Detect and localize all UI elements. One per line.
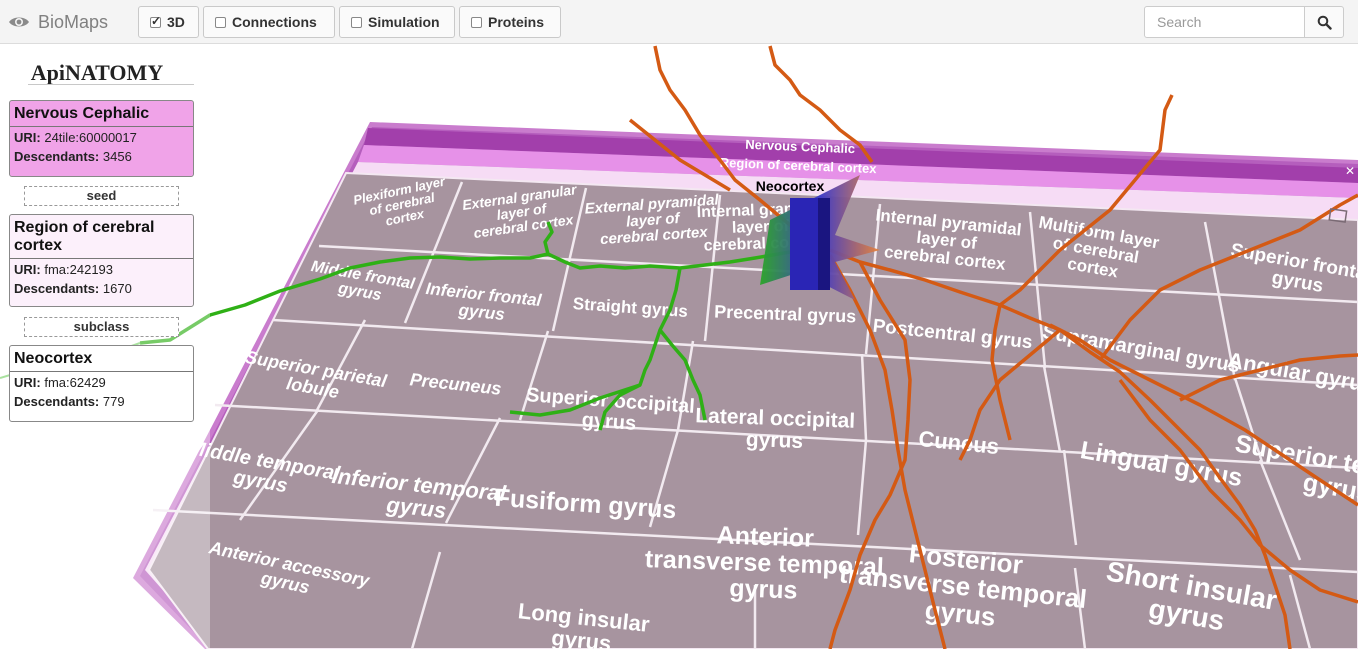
- search-button[interactable]: [1304, 6, 1344, 38]
- tile-label-line: gyrus: [729, 574, 798, 604]
- card-title: Nervous Cephalic: [10, 101, 193, 127]
- card-title: Region of cerebral cortex: [10, 215, 193, 259]
- checkbox-3d[interactable]: [150, 14, 161, 28]
- card-uri: fma:242193: [44, 262, 114, 277]
- descendants-label: Descendants:: [14, 281, 100, 296]
- card-descendants-row: Descendants: 3456: [10, 146, 193, 165]
- card-descendants: 1670: [102, 281, 132, 296]
- card-region-of-cerebral-cortex[interactable]: Region of cerebral cortex URI: fma:24219…: [9, 214, 194, 307]
- card-nervous-cephalic[interactable]: Nervous Cephalic URI: 24tile:60000017 De…: [9, 100, 194, 177]
- descendants-label: Descendants:: [14, 149, 100, 164]
- scene-3d-viewport[interactable]: Nervous Cephalic Region of cerebral cort…: [0, 44, 1358, 649]
- app-brand[interactable]: BioMaps: [8, 11, 108, 33]
- card-descendants: 3456: [102, 149, 132, 164]
- eye-icon: [9, 17, 29, 27]
- tile-label-line: gyrus: [581, 409, 637, 435]
- card-uri-row: URI: fma:242193: [10, 259, 193, 278]
- uri-label: URI:: [14, 375, 41, 390]
- toggle-connections-label: Connections: [232, 14, 317, 30]
- panel-title-underline: [28, 84, 194, 85]
- toggle-simulation-label: Simulation: [368, 14, 440, 30]
- checkbox-connections[interactable]: [215, 16, 226, 28]
- card-uri: 24tile:60000017: [44, 130, 137, 145]
- toggle-proteins-button[interactable]: Proteins: [459, 6, 561, 38]
- top-toolbar: BioMaps 3D Connections Simulation Protei…: [0, 0, 1358, 44]
- card-uri-row: URI: fma:62429: [10, 372, 193, 391]
- card-uri-row: URI: 24tile:60000017: [10, 127, 193, 146]
- card-descendants: 779: [102, 394, 125, 409]
- card-title: Neocortex: [10, 346, 193, 372]
- app-title: BioMaps: [38, 11, 109, 32]
- neocortex-label: Neocortex: [756, 178, 825, 194]
- checkbox-proteins[interactable]: [471, 16, 482, 28]
- toggle-simulation-button[interactable]: Simulation: [339, 6, 455, 38]
- card-descendants-row: Descendants: 779: [10, 391, 193, 410]
- card-neocortex[interactable]: Neocortex URI: fma:62429 Descendants: 77…: [9, 345, 194, 422]
- uri-label: URI:: [14, 130, 41, 145]
- search-input[interactable]: [1144, 6, 1305, 38]
- uri-label: URI:: [14, 262, 41, 277]
- relation-seed-button[interactable]: seed: [24, 186, 179, 206]
- toggle-connections-button[interactable]: Connections: [203, 6, 335, 38]
- descendants-label: Descendants:: [14, 394, 100, 409]
- card-uri: fma:62429: [44, 375, 106, 390]
- panel-title: ApiNATOMY: [30, 60, 164, 85]
- toggle-3d-button[interactable]: 3D: [138, 6, 199, 38]
- tile-label-line: gyrus: [745, 428, 803, 453]
- checkbox-simulation[interactable]: [351, 16, 362, 28]
- close-icon[interactable]: ✕: [1345, 164, 1355, 178]
- search-icon: [1317, 15, 1332, 30]
- card-descendants-row: Descendants: 1670: [10, 278, 193, 297]
- relation-subclass-button[interactable]: subclass: [24, 317, 179, 337]
- toggle-3d-label: 3D: [167, 14, 185, 30]
- toggle-proteins-label: Proteins: [488, 14, 545, 30]
